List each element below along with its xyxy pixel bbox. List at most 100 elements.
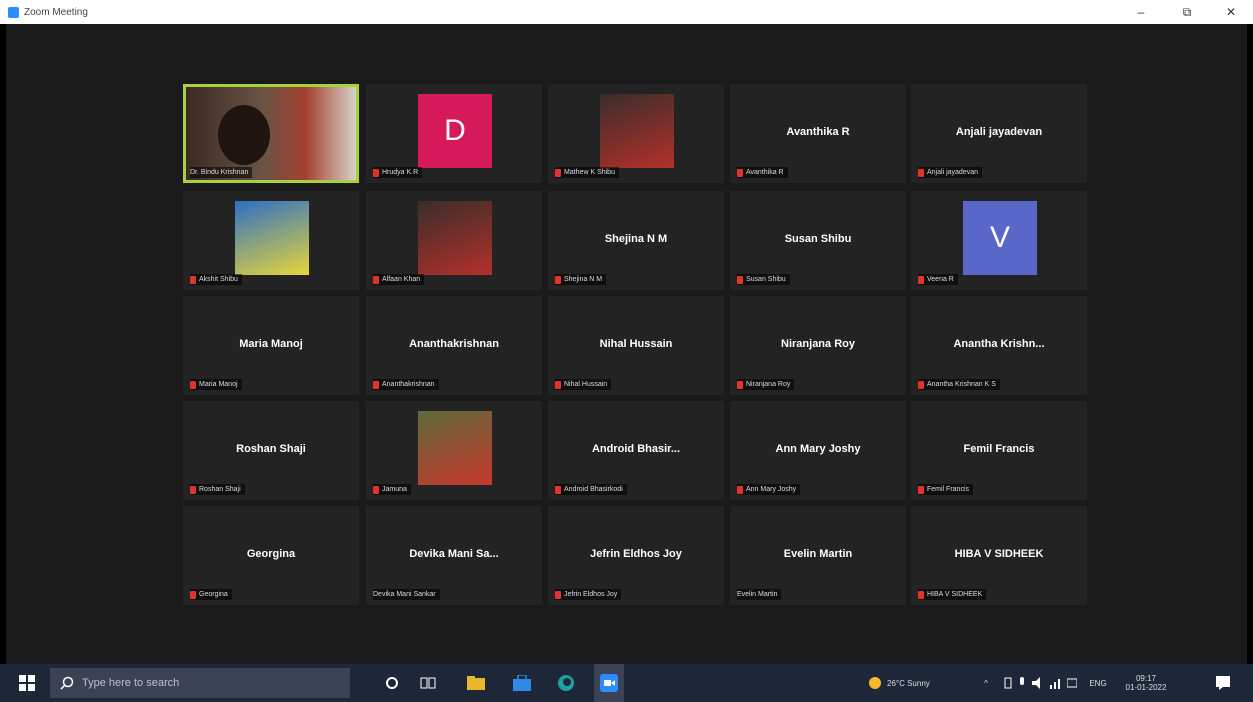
minimize-button[interactable]: – xyxy=(1124,0,1158,24)
zoom-taskbar-button[interactable] xyxy=(594,664,624,702)
muted-mic-icon xyxy=(373,380,379,389)
taskbar-search-box[interactable]: Type here to search xyxy=(50,668,350,698)
participant-name-label: Maria Manoj xyxy=(190,379,242,390)
muted-mic-icon xyxy=(190,275,196,284)
muted-mic-icon xyxy=(737,485,743,494)
participant-tile[interactable]: Dr. Bindu Krishnan xyxy=(183,84,359,183)
close-button[interactable]: ✕ xyxy=(1214,0,1248,24)
clock[interactable]: 09:17 01-01-2022 xyxy=(1120,664,1172,702)
store-icon xyxy=(513,675,531,691)
wifi-icon[interactable] xyxy=(1067,677,1078,689)
participant-tile[interactable]: Jefrin Eldhos Joy Jefrin Eldhos Joy xyxy=(548,506,724,605)
participant-name-label: Devika Mani Sankar xyxy=(373,589,440,600)
participant-name: Dr. Bindu Krishnan xyxy=(190,169,249,176)
participant-display-name: Android Bhasir... xyxy=(591,443,680,455)
zoom-app-icon xyxy=(8,6,19,18)
participant-tile[interactable]: D Hrudya K.R xyxy=(366,84,542,183)
participant-tile[interactable]: Anjali jayadevan Anjali jayadevan xyxy=(911,84,1087,183)
participant-name-label: Anjali jayadevan xyxy=(918,167,982,178)
participant-tile[interactable]: Shejina N M Shejina N M xyxy=(548,191,724,290)
task-view-button[interactable] xyxy=(414,664,442,702)
participant-tile[interactable]: Android Bhasir... Android Bhasirkodi xyxy=(548,401,724,500)
participant-display-name: Evelin Martin xyxy=(783,548,853,560)
participant-name-label: Dr. Bindu Krishnan xyxy=(190,167,253,178)
muted-mic-icon xyxy=(190,380,196,389)
show-hidden-icons-button[interactable]: ^ xyxy=(978,664,994,702)
participant-tile[interactable]: Mathew K Shibu xyxy=(548,84,724,183)
participant-name-label: Roshan Shaji xyxy=(190,484,245,495)
weather-widget[interactable]: 26°C Sunny xyxy=(868,664,958,702)
participant-display-name: Anjali jayadevan xyxy=(955,126,1043,138)
muted-mic-icon xyxy=(555,380,561,389)
participant-name-label: Akshit Shibu xyxy=(190,274,242,285)
participant-tile[interactable]: Akshit Shibu xyxy=(183,191,359,290)
task-view-icon xyxy=(420,677,436,689)
muted-mic-icon xyxy=(918,590,924,599)
participant-tile[interactable]: Avanthika R Avanthika R xyxy=(730,84,906,183)
muted-mic-icon xyxy=(918,168,924,177)
participant-name: Jefrin Eldhos Joy xyxy=(564,591,618,598)
participant-name: Susan Shibu xyxy=(746,276,786,283)
participant-name: Alfaan Khan xyxy=(382,276,421,283)
participant-tile[interactable]: Anantha Krishn... Anantha Krishnan K S xyxy=(911,296,1087,395)
participant-tile[interactable]: Alfaan Khan xyxy=(366,191,542,290)
system-tray-icons xyxy=(1000,664,1080,702)
muted-mic-icon xyxy=(373,168,379,177)
clock-time: 09:17 xyxy=(1135,674,1157,683)
participant-tile[interactable]: Femil Francis Femil Francis xyxy=(911,401,1087,500)
participant-name-label: Android Bhasirkodi xyxy=(555,484,627,495)
participant-name: Avanthika R xyxy=(746,169,784,176)
language-indicator[interactable]: ENG xyxy=(1086,664,1110,702)
participant-name: Veena R xyxy=(927,276,954,283)
avatar-letter: V xyxy=(963,201,1037,275)
store-button[interactable] xyxy=(508,664,536,702)
participant-display-name: HIBA V SIDHEEK xyxy=(954,548,1044,560)
muted-mic-icon xyxy=(190,485,196,494)
participant-tile[interactable]: Ananthakrishnan Ananthakrishnan xyxy=(366,296,542,395)
file-explorer-button[interactable] xyxy=(462,664,490,702)
participant-tile[interactable]: Nihal Hussain Nihal Hussain xyxy=(548,296,724,395)
participant-tile[interactable]: Roshan Shaji Roshan Shaji xyxy=(183,401,359,500)
participant-tile[interactable]: V Veena R xyxy=(911,191,1087,290)
participant-name-label: Veena R xyxy=(918,274,958,285)
profile-photo xyxy=(418,201,492,275)
participant-tile[interactable]: Georgina Georgina xyxy=(183,506,359,605)
participant-display-name: Nihal Hussain xyxy=(599,338,673,350)
edge-button[interactable] xyxy=(552,664,580,702)
participant-name: Hrudya K.R xyxy=(382,169,419,176)
participant-tile[interactable]: Jamuna xyxy=(366,401,542,500)
zoom-icon xyxy=(600,674,618,692)
participant-tile[interactable]: Ann Mary Joshy Ann Mary Joshy xyxy=(730,401,906,500)
avatar-letter: D xyxy=(418,94,492,168)
participant-tile[interactable]: Maria Manoj Maria Manoj xyxy=(183,296,359,395)
participant-name-label: Ananthakrishnan xyxy=(373,379,439,390)
participant-name: Femil Francis xyxy=(927,486,970,493)
muted-mic-icon xyxy=(918,275,924,284)
participant-name-label: Niranjana Roy xyxy=(737,379,795,390)
maximize-button[interactable]: ⧉ xyxy=(1170,0,1204,24)
window-title: Zoom Meeting xyxy=(24,6,88,18)
volume-icon[interactable] xyxy=(1031,677,1044,689)
start-button[interactable] xyxy=(12,664,42,702)
weather-text: 26°C Sunny xyxy=(887,678,930,688)
participant-name: Akshit Shibu xyxy=(199,276,238,283)
search-placeholder: Type here to search xyxy=(82,677,180,689)
participant-tile[interactable]: Niranjana Roy Niranjana Roy xyxy=(730,296,906,395)
participant-tile[interactable]: Evelin Martin Evelin Martin xyxy=(730,506,906,605)
cortana-button[interactable] xyxy=(378,664,406,702)
battery-icon[interactable] xyxy=(1003,677,1013,689)
participant-display-name: Ann Mary Joshy xyxy=(775,443,861,455)
participant-name: Mathew K Shibu xyxy=(564,169,615,176)
participant-name-label: Mathew K Shibu xyxy=(555,167,619,178)
notifications-button[interactable] xyxy=(1208,664,1238,702)
network-icon[interactable] xyxy=(1049,677,1062,689)
participant-tile[interactable]: HIBA V SIDHEEK HIBA V SIDHEEK xyxy=(911,506,1087,605)
muted-mic-icon xyxy=(555,590,561,599)
profile-photo xyxy=(235,201,309,275)
participant-name-label: Avanthika R xyxy=(737,167,788,178)
participant-name-label: Femil Francis xyxy=(918,484,974,495)
participant-tile[interactable]: Devika Mani Sa... Devika Mani Sankar xyxy=(366,506,542,605)
participant-display-name: Susan Shibu xyxy=(784,233,852,245)
microphone-icon[interactable] xyxy=(1018,677,1026,689)
participant-tile[interactable]: Susan Shibu Susan Shibu xyxy=(730,191,906,290)
